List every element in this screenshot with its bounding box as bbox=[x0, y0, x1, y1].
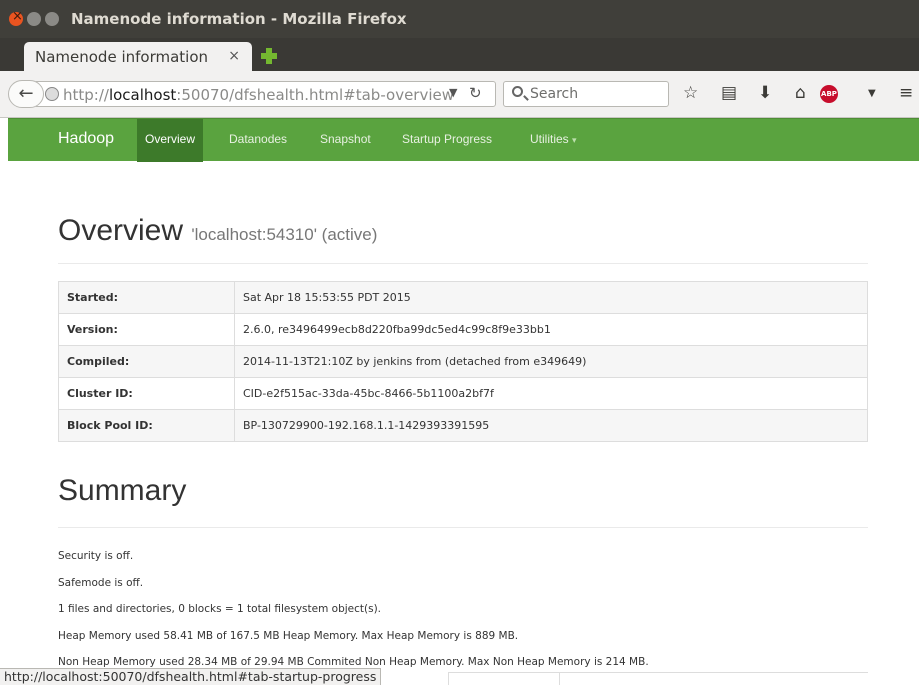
search-input[interactable] bbox=[530, 85, 660, 103]
tab-utilities[interactable]: Utilities ▾ bbox=[530, 119, 577, 162]
table-row: Compiled: 2014-11-13T21:10Z by jenkins fr… bbox=[58, 345, 868, 378]
reload-icon[interactable]: ↻ bbox=[469, 84, 482, 102]
url-dropdown-icon[interactable]: ▼ bbox=[449, 86, 457, 99]
download-arrow-icon[interactable]: ⬇ bbox=[758, 83, 772, 103]
window-minimize-button[interactable] bbox=[27, 12, 41, 26]
tab-datanodes[interactable]: Datanodes bbox=[229, 119, 287, 162]
navigation-toolbar: http://localhost:50070/dfshealth.html#ta… bbox=[0, 71, 919, 118]
window-close-button[interactable] bbox=[9, 9, 23, 26]
tab-strip: Namenode information × bbox=[0, 38, 919, 115]
summary-line: Heap Memory used 58.41 MB of 167.5 MB He… bbox=[58, 630, 519, 642]
row-key: Compiled: bbox=[58, 345, 235, 378]
row-value: BP-130729900-192.168.1.1-1429393391595 bbox=[234, 409, 868, 442]
row-key: Cluster ID: bbox=[58, 377, 235, 410]
page-content: Hadoop Overview Datanodes Snapshot Start… bbox=[0, 118, 919, 685]
divider bbox=[58, 263, 868, 264]
back-button[interactable]: ← bbox=[8, 80, 44, 108]
summary-line: 1 files and directories, 0 blocks = 1 to… bbox=[58, 603, 382, 615]
window-titlebar: Namenode information - Mozilla Firefox bbox=[0, 0, 919, 38]
tab-close-icon[interactable]: × bbox=[228, 48, 240, 64]
row-value: 2014-11-13T21:10Z by jenkins from (detac… bbox=[234, 345, 868, 378]
adblock-icon[interactable]: ABP bbox=[820, 85, 838, 103]
star-icon[interactable]: ☆ bbox=[683, 83, 698, 103]
tab-title: Namenode information bbox=[35, 48, 209, 66]
summary-heading: Summary bbox=[58, 474, 187, 507]
table-row: Block Pool ID: BP-130729900-192.168.1.1-1… bbox=[58, 409, 868, 442]
search-icon bbox=[512, 86, 523, 97]
table-row: Cluster ID: CID-e2f515ac-33da-45bc-8466-5… bbox=[58, 377, 868, 410]
tab-snapshot[interactable]: Snapshot bbox=[320, 119, 371, 162]
row-key: Version: bbox=[58, 313, 235, 346]
hamburger-menu-icon[interactable]: ≡ bbox=[899, 83, 913, 103]
summary-line: Non Heap Memory used 28.34 MB of 29.94 M… bbox=[58, 656, 649, 668]
table-row: Started: Sat Apr 18 15:53:55 PDT 2015 bbox=[58, 281, 868, 314]
window-title: Namenode information - Mozilla Firefox bbox=[71, 10, 407, 28]
back-arrow-icon: ← bbox=[18, 83, 34, 104]
tab-namenode-information[interactable]: Namenode information × bbox=[24, 42, 252, 72]
adblock-dropdown-icon[interactable]: ▼ bbox=[868, 88, 876, 99]
row-key: Started: bbox=[58, 281, 235, 314]
url-text[interactable]: http://localhost:50070/dfshealth.html#ta… bbox=[63, 86, 454, 104]
window-maximize-button[interactable] bbox=[45, 12, 59, 26]
chevron-down-icon: ▾ bbox=[572, 135, 577, 145]
summary-line: Security is off. bbox=[58, 550, 134, 562]
overview-subtitle: 'localhost:54310' (active) bbox=[191, 225, 378, 244]
row-value: CID-e2f515ac-33da-45bc-8466-5b1100a2bf7f bbox=[234, 377, 868, 410]
status-bar-link: http://localhost:50070/dfshealth.html#ta… bbox=[0, 668, 382, 685]
summary-table bbox=[448, 672, 868, 685]
overview-heading: Overview 'localhost:54310' (active) bbox=[58, 214, 378, 247]
url-bar[interactable]: http://localhost:50070/dfshealth.html#ta… bbox=[36, 81, 496, 107]
new-tab-plus-icon[interactable] bbox=[261, 48, 277, 64]
hadoop-navbar: Hadoop Overview Datanodes Snapshot Start… bbox=[8, 118, 919, 162]
row-value: 2.6.0, re3496499ecb8d220fba99dc5ed4c99c8… bbox=[234, 313, 868, 346]
hadoop-brand[interactable]: Hadoop bbox=[58, 130, 114, 148]
tab-overview[interactable]: Overview bbox=[137, 119, 204, 162]
summary-line: Safemode is off. bbox=[58, 577, 144, 589]
row-value: Sat Apr 18 15:53:55 PDT 2015 bbox=[234, 281, 868, 314]
tab-startup-progress[interactable]: Startup Progress bbox=[402, 119, 492, 162]
home-icon[interactable]: ⌂ bbox=[795, 83, 806, 103]
clipboard-icon[interactable]: ▤ bbox=[721, 83, 737, 103]
divider bbox=[58, 527, 868, 528]
table-row: Version: 2.6.0, re3496499ecb8d220fba99dc5… bbox=[58, 313, 868, 346]
globe-icon bbox=[45, 87, 59, 101]
search-bar[interactable] bbox=[503, 81, 669, 107]
overview-info-table: Started: Sat Apr 18 15:53:55 PDT 2015 Vers… bbox=[58, 281, 868, 442]
row-key: Block Pool ID: bbox=[58, 409, 235, 442]
